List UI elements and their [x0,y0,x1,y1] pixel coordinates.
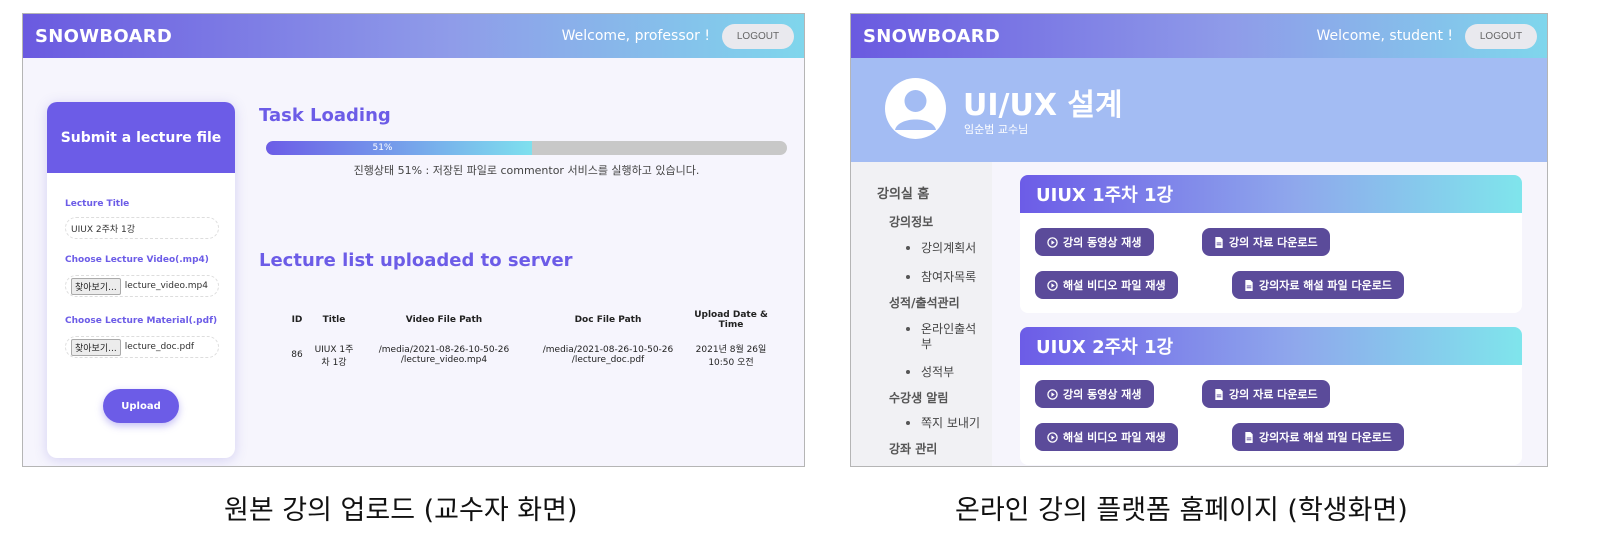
download-commentary-button[interactable]: 강의자료 해설 파일 다운로드 [1232,423,1404,451]
top-bar: SNOWBOARD Welcome, professor ! LOGOUT [23,14,804,58]
sidebar-item-grades[interactable]: 성적/출석관리 [889,294,960,311]
course-title: UI/UX 설계 [963,88,1123,123]
submit-lecture-card: Submit a lecture file Lecture Title UIUX… [47,102,235,458]
sidebar-item-participants[interactable]: 참여자목록 [921,268,976,285]
pdf-file-icon [1214,236,1224,248]
bullet-icon [906,370,910,374]
course-banner: UI/UX 설계 임순범 교수님 [851,58,1547,162]
sidebar-item-message[interactable]: 쪽지 보내기 [921,414,980,431]
student-course-screen: SNOWBOARD Welcome, student ! LOGOUT UI/U… [850,13,1548,467]
browse-doc-button[interactable]: 찾아보기... [71,338,121,356]
sidebar-item-info[interactable]: 강의정보 [889,213,933,230]
button-label: 강의 자료 다운로드 [1229,236,1318,249]
sidebar-item-manage[interactable]: 강좌 관리 [889,440,937,457]
professor-name: 임순범 교수님 [964,123,1029,136]
col-header-title: Title [322,315,346,325]
welcome-text: Welcome, professor ! [561,28,710,44]
play-circle-icon [1047,388,1058,400]
top-bar: SNOWBOARD Welcome, student ! LOGOUT [851,14,1547,58]
bullet-icon [906,246,910,250]
bullet-icon [906,327,910,331]
download-commentary-button[interactable]: 강의자료 해설 파일 다운로드 [1232,271,1404,299]
sidebar-item-notices[interactable]: 수강생 알림 [889,389,948,406]
button-label: 강의 동영상 재생 [1063,388,1142,401]
cell-id: 86 [291,350,303,360]
col-header-id: ID [291,315,303,325]
video-file-name: lecture_video.mp4 [124,281,208,291]
table-row[interactable]: 86 UIUX 1주차 1강 /media/2021-08-26-10-50-2… [285,334,775,376]
button-label: 해설 비디오 파일 재생 [1063,279,1166,292]
button-label: 강의자료 해설 파일 다운로드 [1259,431,1392,444]
professor-upload-screen: SNOWBOARD Welcome, professor ! LOGOUT Su… [22,13,805,467]
play-commentary-video-button[interactable]: 해설 비디오 파일 재생 [1035,271,1178,299]
welcome-text: Welcome, student ! [1316,28,1453,44]
cell-video-path: /media/2021-08-26-10-50-26 /lecture_vide… [378,345,510,365]
sidebar-item-gradebook[interactable]: 성적부 [921,363,954,380]
download-material-button[interactable]: 강의 자료 다운로드 [1202,380,1330,408]
sidebar-item-home[interactable]: 강의실 홈 [877,183,929,202]
document-file-icon [1244,431,1254,443]
bullet-icon [906,275,910,279]
sidebar-item-plan[interactable]: 강의계획서 [921,239,976,256]
lecture-list-title: Lecture list uploaded to server [259,250,573,271]
comparison-figure: SNOWBOARD Welcome, professor ! LOGOUT Su… [0,0,1610,557]
progress-bar: 51% [266,141,787,155]
col-header-doc-path: Doc File Path [574,315,642,325]
lecture-title-label: Lecture Title [65,199,130,209]
lesson-title: UIUX 2주차 1강 [1020,327,1522,365]
logout-button[interactable]: LOGOUT [1465,23,1537,49]
caption-right: 온라인 강의 플랫폼 홈페이지 (학생화면) [955,495,1408,526]
user-area: Welcome, professor ! LOGOUT [561,23,794,49]
task-loading-title: Task Loading [259,105,391,126]
button-label: 강의 자료 다운로드 [1229,388,1318,401]
play-lecture-video-button[interactable]: 강의 동영상 재생 [1035,380,1154,408]
lecture-table: ID Title Video File Path Doc File Path U… [285,306,775,376]
table-header-row: ID Title Video File Path Doc File Path U… [285,306,775,334]
user-area: Welcome, student ! LOGOUT [1316,23,1537,49]
button-label: 강의자료 해설 파일 다운로드 [1259,279,1392,292]
button-label: 해설 비디오 파일 재생 [1063,431,1166,444]
lesson-title: UIUX 1주차 1강 [1020,175,1522,213]
progress-percent: 51% [372,143,393,153]
play-lecture-video-button[interactable]: 강의 동영상 재생 [1035,228,1154,256]
col-header-upload-date: Upload Date & Time [694,310,768,330]
lecture-title-input[interactable]: UIUX 2주차 1강 [65,217,219,239]
lesson-card: UIUX 2주차 1강 강의 동영상 재생 강의 자료 다운로드 해설 비디오 … [1020,327,1522,465]
brand-logo[interactable]: SNOWBOARD [863,26,1000,47]
play-circle-icon [1047,279,1058,291]
cell-upload-date: 2021년 8월 26일 10:50 오전 [695,345,767,368]
cell-doc-path: /media/2021-08-26-10-50-26 /lecture_doc.… [542,345,674,365]
browse-video-button[interactable]: 찾아보기... [71,277,121,295]
video-file-input[interactable]: 찾아보기... lecture_video.mp4 [65,275,219,297]
download-material-button[interactable]: 강의 자료 다운로드 [1202,228,1330,256]
progress-status-text: 진행상태 51% : 저장된 파일로 commentor 서비스를 실행하고 있… [353,164,700,177]
brand-logo[interactable]: SNOWBOARD [35,26,172,47]
document-file-icon [1244,279,1254,291]
pdf-file-icon [1214,388,1224,400]
play-commentary-video-button[interactable]: 해설 비디오 파일 재생 [1035,423,1178,451]
caption-left: 원본 강의 업로드 (교수자 화면) [224,495,578,526]
bullet-icon [906,421,910,425]
doc-file-name: lecture_doc.pdf [124,342,195,352]
doc-file-input[interactable]: 찾아보기... lecture_doc.pdf [65,336,219,358]
lesson-card: UIUX 1주차 1강 강의 동영상 재생 강의 자료 다운로드 해설 비디오 … [1020,175,1522,313]
sidebar-item-attendance-cont[interactable]: 부 [921,335,932,352]
cell-title: UIUX 1주차 1강 [314,345,354,368]
video-file-label: Choose Lecture Video(.mp4) [65,255,209,265]
col-header-video-path: Video File Path [405,315,483,325]
play-circle-icon [1047,236,1058,248]
user-avatar-icon [885,78,946,139]
course-sidebar: 강의실 홈 강의정보 강의계획서 참여자목록 성적/출석관리 온라인출석 부 성… [851,162,992,466]
play-circle-icon [1047,431,1058,443]
logout-button[interactable]: LOGOUT [722,23,794,49]
upload-button[interactable]: Upload [103,389,179,423]
submit-card-title: Submit a lecture file [47,102,235,173]
button-label: 강의 동영상 재생 [1063,236,1142,249]
doc-file-label: Choose Lecture Material(.pdf) [65,316,218,326]
